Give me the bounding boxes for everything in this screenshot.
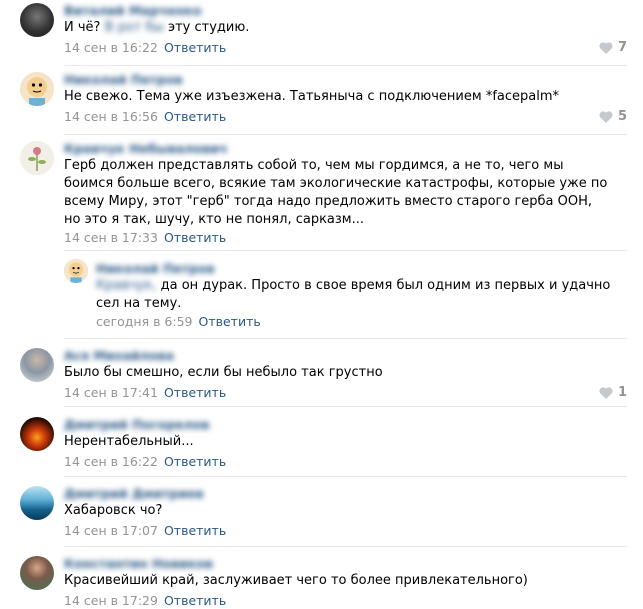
comment-text-part: И чё? bbox=[64, 20, 105, 35]
comment-date[interactable]: 14 сен в 17:29 bbox=[64, 593, 158, 608]
cartoon-face-avatar-icon[interactable] bbox=[20, 72, 54, 106]
comment-text: Хабаровск чо? bbox=[64, 503, 163, 518]
comment-meta: 14 сен в 17:33 Ответить bbox=[64, 230, 226, 245]
heart-icon bbox=[599, 110, 613, 123]
landscape-avatar-icon[interactable] bbox=[20, 486, 54, 520]
comment-text-part: да он дурак. Просто в свое время был одн… bbox=[96, 278, 611, 311]
reply-button[interactable]: Ответить bbox=[164, 385, 226, 400]
like-count: 5 bbox=[617, 109, 627, 124]
comment-text: И чё? В рот бы эту студию. bbox=[64, 19, 249, 37]
reply-button[interactable]: Ответить bbox=[164, 109, 226, 124]
reply-button[interactable]: Ответить bbox=[164, 454, 226, 469]
heart-icon bbox=[599, 386, 613, 399]
comment: Ася Михайлова Было бы смешно, если бы не… bbox=[0, 338, 643, 406]
user-photo-man-avatar-icon[interactable] bbox=[20, 556, 54, 590]
heart-icon bbox=[599, 41, 613, 54]
comment-text: Герб должен представлять собой то, чем м… bbox=[64, 158, 608, 227]
comment-text: Нерентабельный... bbox=[64, 434, 194, 449]
reply-button[interactable]: Ответить bbox=[164, 593, 226, 608]
comment-meta: 14 сен в 17:07 Ответить bbox=[64, 523, 226, 538]
comment-meta: 14 сен в 16:22 Ответить bbox=[64, 40, 226, 55]
comment-text-part: эту студию. bbox=[163, 20, 250, 35]
comment-text: Было бы смешно, если бы небыло так груст… bbox=[64, 365, 383, 380]
cartoon-face-avatar-icon[interactable] bbox=[64, 259, 88, 283]
author-name[interactable]: Константин Новиков bbox=[64, 556, 213, 571]
comment-text: Красивейший край, заслуживает чего то бо… bbox=[64, 573, 528, 588]
reply-button[interactable]: Ответить bbox=[164, 230, 226, 245]
comment-date[interactable]: 14 сен в 16:22 bbox=[64, 454, 158, 469]
reply-button[interactable]: Ответить bbox=[164, 523, 226, 538]
cartoon-face-icon bbox=[64, 259, 88, 283]
author-name[interactable]: Дмитрий Дмитриев bbox=[64, 486, 204, 501]
like-count: 1 bbox=[617, 385, 627, 400]
comment: Дмитрий Погорелов Нерентабельный... 14 с… bbox=[0, 406, 643, 476]
comment: Дмитрий Дмитриев Хабаровск чо? 14 сен в … bbox=[0, 476, 643, 546]
blurred-text: В рот бы bbox=[104, 20, 164, 35]
comment-date[interactable]: 14 сен в 16:22 bbox=[64, 40, 158, 55]
comment-meta: 14 сен в 16:56 Ответить bbox=[64, 109, 226, 124]
author-name[interactable]: Виталий Марченко bbox=[64, 3, 202, 18]
comment: Кравчук Небывалович Герб должен представ… bbox=[0, 134, 643, 250]
reply-comment: Николай Петров Кравчук, да он дурак. Про… bbox=[0, 250, 643, 338]
comment-meta: 14 сен в 17:41 Ответить bbox=[64, 385, 226, 400]
flower-drawing-icon bbox=[20, 141, 54, 175]
author-name[interactable]: Дмитрий Погорелов bbox=[64, 417, 209, 432]
user-photo-avatar-icon[interactable] bbox=[20, 348, 54, 382]
comment-date[interactable]: 14 сен в 17:33 bbox=[64, 230, 158, 245]
comment-date[interactable]: 14 сен в 16:56 bbox=[64, 109, 158, 124]
like-button[interactable]: 5 bbox=[599, 109, 627, 124]
comment: Виталий Марченко И чё? В рот бы эту студ… bbox=[0, 0, 643, 66]
like-count: 7 bbox=[617, 40, 627, 55]
cartoon-face-icon bbox=[20, 72, 54, 106]
author-name[interactable]: Николай Петров bbox=[96, 261, 215, 276]
reply-button[interactable]: Ответить bbox=[164, 40, 226, 55]
like-button[interactable]: 1 bbox=[599, 385, 627, 400]
reply-button[interactable]: Ответить bbox=[199, 314, 261, 329]
fire-avatar-icon[interactable] bbox=[20, 417, 54, 451]
comment-meta: 14 сен в 17:29 Ответить bbox=[64, 593, 226, 608]
comment: Николай Петров Не свежо. Тема уже изъезж… bbox=[0, 66, 643, 134]
like-button[interactable]: 7 bbox=[599, 40, 627, 55]
comment-meta: сегодня в 6:59 Ответить bbox=[96, 314, 261, 329]
comment-text: Кравчук, да он дурак. Просто в свое врем… bbox=[96, 277, 616, 313]
author-name[interactable]: Ася Михайлова bbox=[64, 348, 174, 363]
author-name[interactable]: Николай Петров bbox=[64, 72, 183, 87]
comment-meta: 14 сен в 16:22 Ответить bbox=[64, 454, 226, 469]
comment-date[interactable]: сегодня в 6:59 bbox=[96, 314, 193, 329]
comment: Константин Новиков Красивейший край, зас… bbox=[0, 546, 643, 609]
comment-date[interactable]: 14 сен в 17:07 bbox=[64, 523, 158, 538]
flower-drawing-avatar-icon[interactable] bbox=[20, 141, 54, 175]
comment-date[interactable]: 14 сен в 17:41 bbox=[64, 385, 158, 400]
user-photo-dark-icon[interactable] bbox=[20, 3, 54, 37]
author-name[interactable]: Кравчук Небывалович bbox=[64, 141, 227, 156]
comment-text: Не свежо. Тема уже изъезжена. Татьяныча … bbox=[64, 89, 559, 104]
reply-to-link[interactable]: Кравчук, bbox=[96, 278, 156, 293]
